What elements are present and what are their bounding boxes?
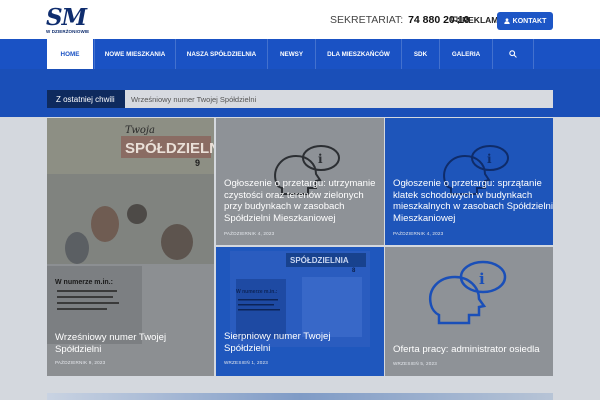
secretariat-label: SEKRETARIAT: <box>330 14 404 26</box>
nav-item-sdk[interactable]: SDK <box>401 39 439 69</box>
post-title[interactable]: Wrześniowy numer Twojej Spółdzielni <box>55 332 205 355</box>
svg-text:W numerze m.in.:: W numerze m.in.: <box>236 289 278 295</box>
nav-label: SDK <box>413 50 428 58</box>
post-date: WRZESIEŃ 1, 2023 <box>224 360 269 365</box>
banner-image-partial <box>47 393 553 400</box>
ticker-link[interactable]: Wrześniowy numer Twojej Spółdzielni <box>125 95 256 104</box>
logo-subtitle: W DZIERŻONIOWIE <box>46 29 90 34</box>
svg-text:SPÓŁDZIELNIA: SPÓŁDZIELNIA <box>125 139 214 157</box>
kontakt-button[interactable]: KONTAKT <box>497 12 553 30</box>
nav-item-nowe-mieszkania[interactable]: NOWE MIESZKANIA <box>94 39 175 69</box>
post-card-wrzesniowy[interactable]: Twoja SPÓŁDZIELNIA 9 W numerze m.in.: Wr… <box>47 118 214 376</box>
svg-text:9: 9 <box>195 158 200 168</box>
secretariat-contact: SEKRETARIAT: 74 880 20 10 <box>330 14 469 26</box>
post-title[interactable]: Oferta pracy: administrator osiedla <box>393 344 553 356</box>
logo-mark: SM <box>46 4 87 31</box>
nav-label: NOWE MIESZKANIA <box>104 50 166 58</box>
nav-label: DLA MIESZKAŃCÓW <box>327 50 390 58</box>
nav-label: HOME <box>60 50 80 58</box>
main-nav: HOME NOWE MIESZKANIA NASZA SPÓŁDZIELNIA … <box>0 39 600 69</box>
post-title[interactable]: Sierpniowy numer Twojej Spółdzielni <box>224 331 374 354</box>
magazine-cover-image: SPÓŁDZIELNIA 8 W numerze m.in.: <box>230 251 370 347</box>
top-header: SM W DZIERŻONIOWIE SEKRETARIAT: 74 880 2… <box>0 0 600 39</box>
post-card-sierpniowy[interactable]: SPÓŁDZIELNIA 8 W numerze m.in.: Sierpnio… <box>216 247 384 376</box>
breaking-news-ticker: Z ostatniej chwili Wrześniowy numer Twoj… <box>47 90 553 108</box>
post-title[interactable]: Ogłoszenie o przetargu: sprzątanie klate… <box>393 178 553 224</box>
post-date: WRZESIEŃ 5, 2023 <box>393 361 438 366</box>
svg-text:W numerze m.in.:: W numerze m.in.: <box>55 279 113 286</box>
nav-label: NASZA SPÓŁDZIELNIA <box>186 50 257 58</box>
svg-text:SPÓŁDZIELNIA: SPÓŁDZIELNIA <box>290 256 349 265</box>
info-head-icon: i <box>428 260 507 325</box>
kontakt-label: KONTAKT <box>512 17 547 25</box>
svg-text:i: i <box>487 152 492 166</box>
svg-text:i: i <box>318 152 323 166</box>
user-icon <box>503 18 510 24</box>
nav-item-nasza-spoldzielnia[interactable]: NASZA SPÓŁDZIELNIA <box>175 39 267 69</box>
nav-search-button[interactable] <box>492 39 534 69</box>
post-title[interactable]: Ogłoszenie o przetargu: utrzymanie czyst… <box>224 178 384 224</box>
nav-item-dla-mieszkancow[interactable]: DLA MIESZKAŃCÓW <box>315 39 401 69</box>
nav-item-newsy[interactable]: NEWSY <box>267 39 315 69</box>
post-date: PAŹDZIERNIK 4, 2023 <box>393 231 444 236</box>
post-card-przetarg-klatki[interactable]: i Ogłoszenie o przetargu: sprzątanie kla… <box>385 118 553 245</box>
chat-icon <box>451 16 460 24</box>
search-icon <box>509 50 517 58</box>
nav-item-home[interactable]: HOME <box>47 39 93 69</box>
logo[interactable]: SM W DZIERŻONIOWIE <box>46 4 92 35</box>
post-card-oferta-pracy[interactable]: i Oferta pracy: administrator osiedla WR… <box>385 247 553 376</box>
svg-text:i: i <box>479 270 485 288</box>
nav-label: GALERIA <box>451 50 481 58</box>
post-date: PAŹDZIERNIK 4, 2023 <box>224 231 275 236</box>
post-card-przetarg-czystosc[interactable]: i Ogłoszenie o przetargu: utrzymanie czy… <box>216 118 384 245</box>
ticker-label: Z ostatniej chwili <box>47 90 125 108</box>
svg-text:Twoja: Twoja <box>125 125 155 136</box>
nav-item-galeria[interactable]: GALERIA <box>439 39 492 69</box>
post-date: PAŹDZIERNIK 9, 2023 <box>55 360 106 365</box>
nav-label: NEWSY <box>279 50 304 58</box>
